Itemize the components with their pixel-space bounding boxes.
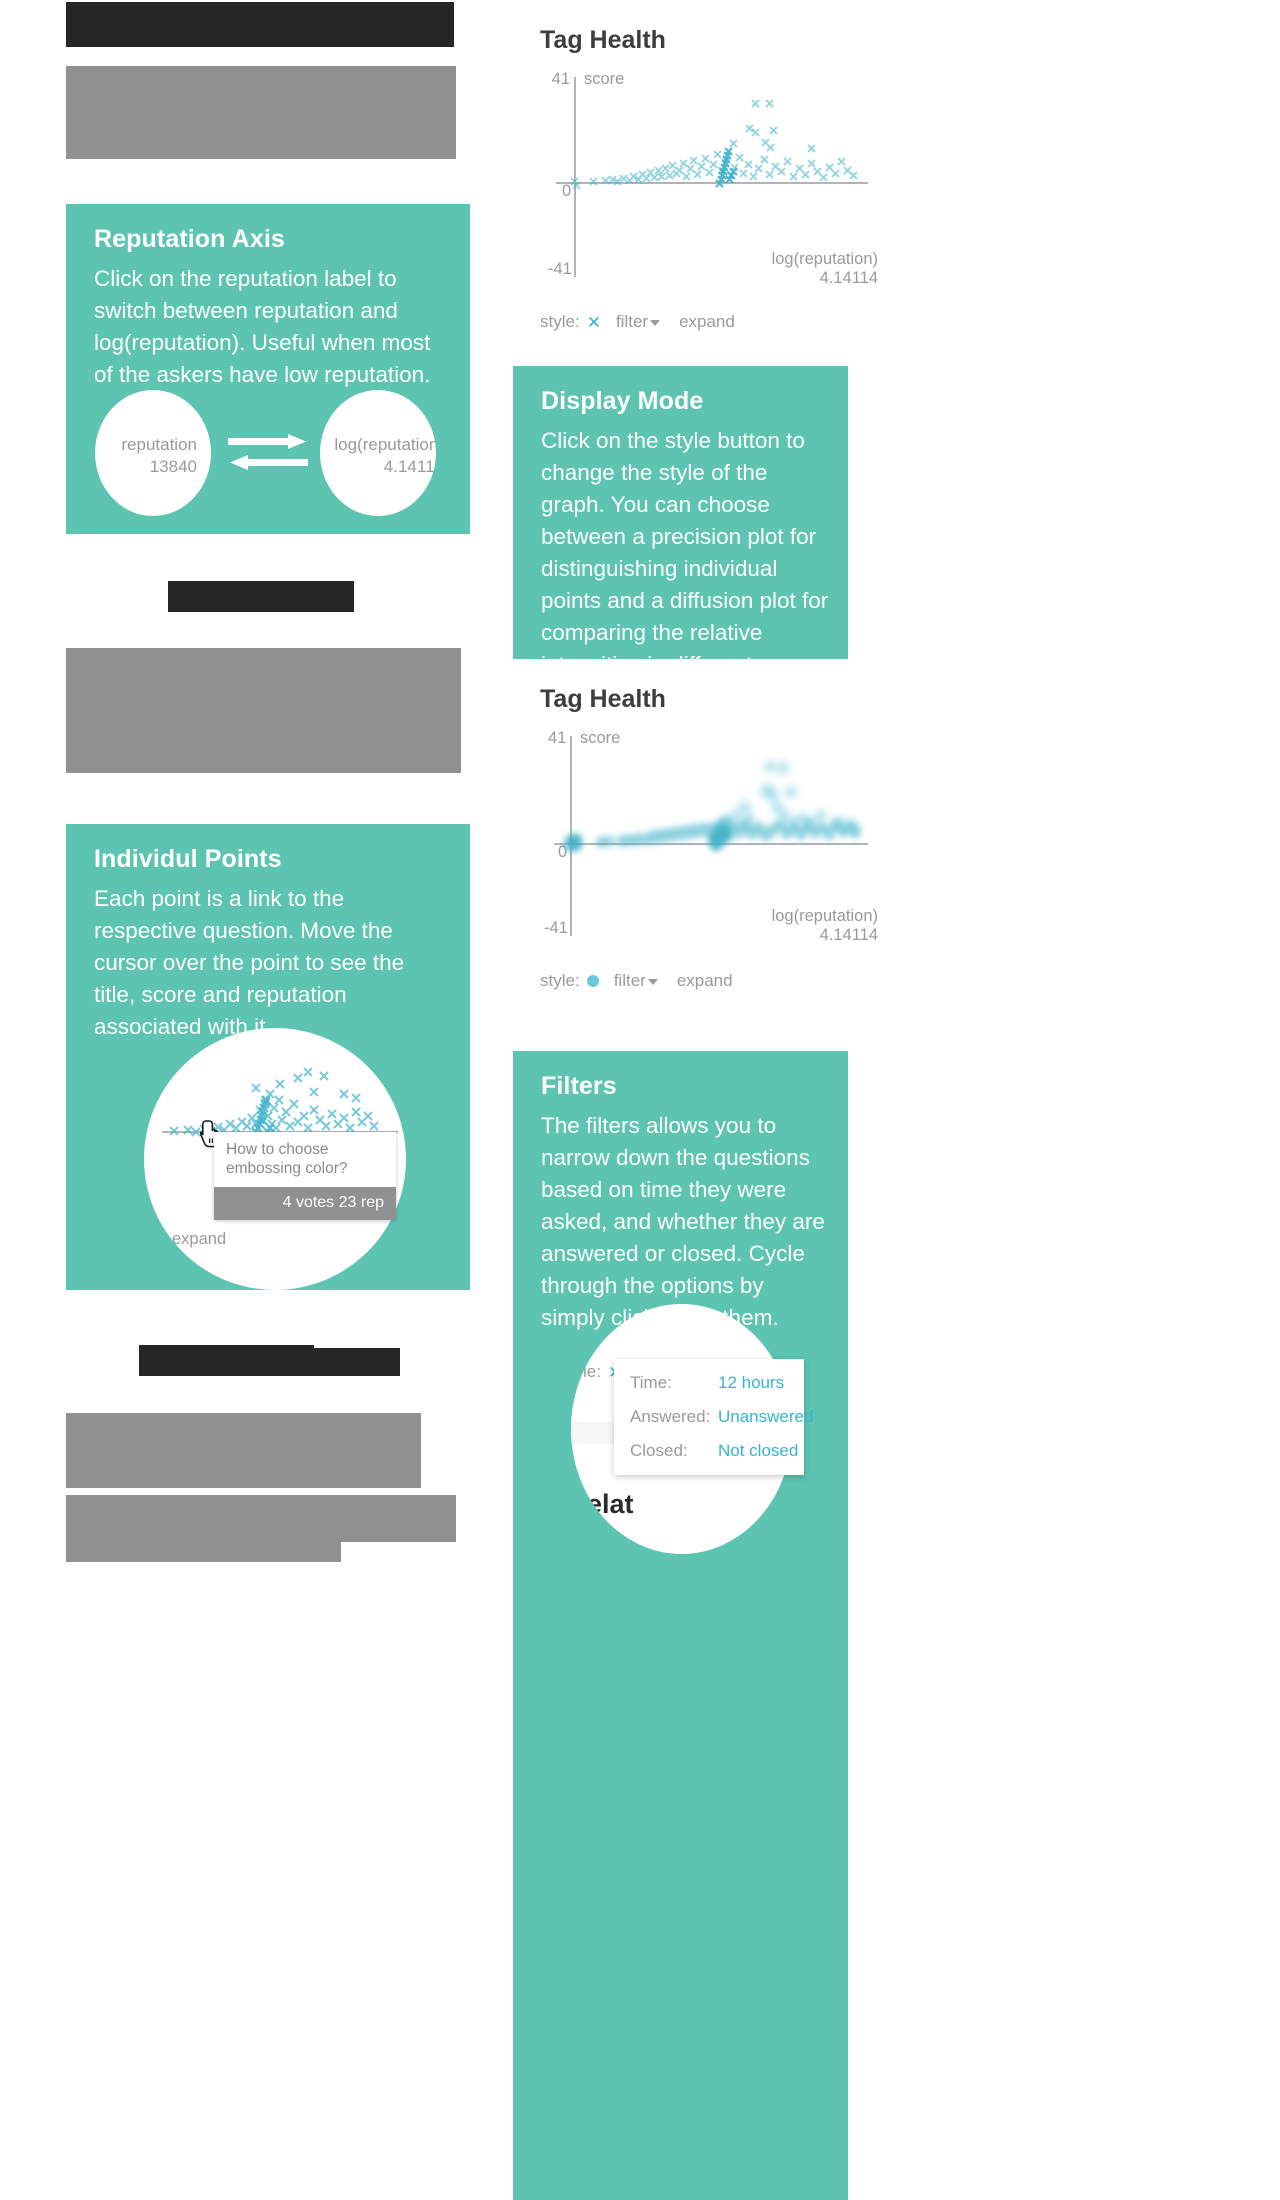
card-individual-points: Individul Points Each point is a link to… (66, 824, 470, 1290)
x-marker-icon[interactable]: ✕ (587, 314, 601, 331)
chevron-down-icon (647, 978, 658, 985)
placeholder-heading-block-2 (168, 581, 354, 612)
card-filters-title: Filters (541, 1072, 617, 1100)
chevron-down-icon (650, 319, 661, 326)
chart-2-filter-label: filter (613, 971, 646, 990)
card-reputation-axis-title: Reputation Axis (94, 225, 285, 253)
chart-2-style-label: style: (540, 971, 580, 990)
filter-dropdown-panel: Time: 12 hours Answered: Unanswered Clos… (614, 1359, 813, 1475)
filter-row-time-key: Time: (630, 1373, 672, 1392)
chart-1-controls: style: ✕ filter expand (540, 312, 735, 332)
swap-arrows-icon (228, 432, 308, 474)
chart-1-plot-area: 41 0 -41 score log(reputation) 4.14114 (540, 70, 880, 292)
filter-row-answered[interactable]: Answered: Unanswered (630, 1407, 813, 1427)
chart-2-diffusion-markers[interactable] (540, 731, 880, 951)
chart-2-filter-button[interactable]: filter (614, 971, 658, 991)
filter-row-answered-key: Answered: (630, 1407, 711, 1426)
log-reputation-circle-label: log(reputation) (334, 435, 436, 454)
filter-row-time-value[interactable]: 12 hours (718, 1373, 784, 1393)
reputation-circle[interactable]: reputation 13840 (95, 390, 211, 516)
chart-1-expand-button[interactable]: expand (679, 312, 735, 332)
reputation-circle-label: reputation (121, 435, 197, 454)
card-filters-body: The filters allows you to narrow down th… (541, 1113, 825, 1330)
filter-row-answered-value[interactable]: Unanswered (718, 1407, 813, 1427)
log-reputation-circle-text: log(reputation) 4.14114 (334, 434, 436, 478)
question-tooltip: How to choose embossing color? 4 votes 2… (214, 1132, 396, 1221)
log-reputation-circle-value: 4.14114 (383, 457, 436, 477)
card-reputation-axis-body: Click on the reputation label to switch … (94, 266, 431, 387)
chart-1-filter-button[interactable]: filter (615, 312, 661, 332)
card-reputation-axis: Reputation Axis Click on the reputation … (66, 204, 470, 534)
page-root: Reputation Axis Click on the reputation … (0, 0, 1280, 2200)
card-display-mode-title: Display Mode (541, 387, 704, 415)
filters-inset-style-label: le: (583, 1362, 601, 1381)
card-individual-points-body: Each point is a link to the respective q… (94, 886, 405, 1039)
reputation-circle-text: reputation 13840 (121, 434, 197, 478)
placeholder-paragraph-block-3c (66, 1495, 341, 1562)
card-individual-points-title: Individul Points (94, 845, 282, 873)
placeholder-paragraph-block-3a (66, 1413, 421, 1488)
chart-tag-health-precision: Tag Health (540, 28, 880, 53)
placeholder-paragraph-block-1b (66, 66, 341, 159)
chart-1-style-label: style: (540, 312, 580, 331)
chart-tag-health-diffusion: Tag Health (540, 687, 880, 712)
filter-row-time[interactable]: Time: 12 hours (630, 1373, 786, 1393)
chart-2-expand-button[interactable]: expand (677, 971, 733, 991)
placeholder-heading-block-3b (139, 1348, 400, 1376)
filter-row-closed-key: Closed: (630, 1441, 688, 1460)
dot-marker-icon[interactable] (586, 975, 599, 987)
inset-clipped-heading: elat (587, 1489, 634, 1519)
placeholder-heading-block-1 (66, 2, 454, 47)
card-display-mode-body: Click on the style button to change the … (541, 428, 829, 659)
chart-1-title: Tag Health (540, 26, 666, 54)
inset-expand-label[interactable]: expand (172, 1230, 226, 1249)
question-tooltip-meta: 4 votes 23 rep (214, 1187, 396, 1221)
chart-1-filter-label: filter (615, 312, 649, 331)
chart-2-plot-area: 41 0 -41 score log(reputation) 4.14114 (540, 729, 880, 951)
filter-row-closed[interactable]: Closed: Not closed (630, 1441, 798, 1461)
filter-row-closed-value[interactable]: Not closed (718, 1441, 798, 1461)
placeholder-paragraph-block-2b (66, 648, 343, 773)
reputation-circle-value: 13840 (149, 457, 197, 477)
card-display-mode: Display Mode Click on the style button t… (513, 366, 848, 659)
question-tooltip-title: How to choose embossing color? (226, 1141, 348, 1177)
chart-2-controls: style: filter expand (540, 971, 733, 991)
log-reputation-circle[interactable]: log(reputation) 4.14114 (320, 390, 436, 516)
chart-1-scatter-markers[interactable] (540, 72, 880, 292)
chart-2-title: Tag Health (540, 685, 666, 713)
card-filters: Filters The filters allows you to narrow… (513, 1051, 848, 2200)
